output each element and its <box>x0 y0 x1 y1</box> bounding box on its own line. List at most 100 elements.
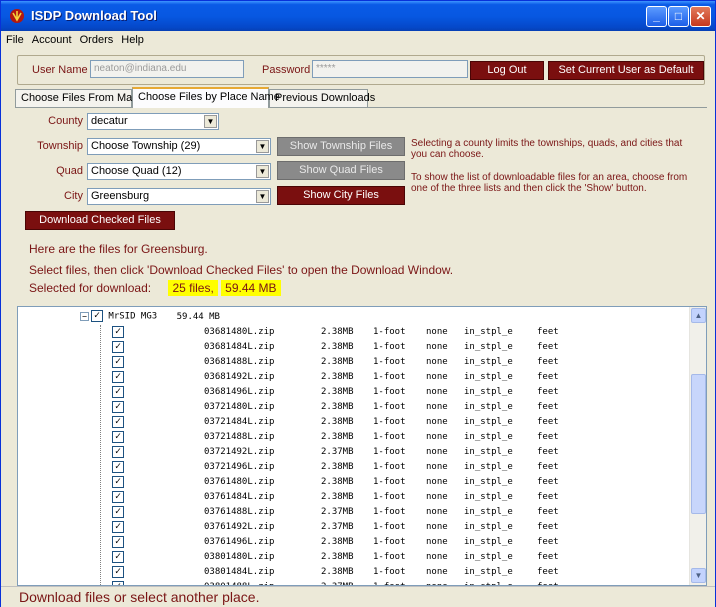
township-select[interactable]: Choose Township (29) ▼ <box>87 138 271 155</box>
file-checkbox[interactable]: ✓ <box>112 371 124 383</box>
file-checkbox[interactable]: ✓ <box>112 326 124 338</box>
close-button[interactable]: ✕ <box>690 6 711 27</box>
file-row[interactable]: ✓ 03721480L.zip 2.38MB 1-foot none in_stpl_e f… <box>18 400 688 415</box>
file-size: 2.38MB <box>321 567 354 577</box>
selected-total-size: 59.44 MB <box>221 280 281 296</box>
file-row[interactable]: ✓ 03681488L.zip 2.38MB 1-foot none in_stpl_e f… <box>18 355 688 370</box>
user-panel: User Name neaton@indiana.edu Password **… <box>17 55 705 85</box>
file-row[interactable]: ✓ 03721492L.zip 2.37MB 1-foot none in_stpl_e f… <box>18 445 688 460</box>
tree-root-node[interactable]: − ✓ MrSID MG3 59.44 MB <box>80 310 220 322</box>
file-checkbox[interactable]: ✓ <box>112 506 124 518</box>
file-units: feet <box>537 417 559 427</box>
file-row[interactable]: ✓ 03801484L.zip 2.38MB 1-foot none in_stpl_e f… <box>18 565 688 580</box>
root-label: MrSID MG3 <box>108 311 158 322</box>
file-checkbox[interactable]: ✓ <box>112 551 124 563</box>
show-quad-files-button[interactable]: Show Quad Files <box>277 161 405 180</box>
county-label: County <box>48 115 83 127</box>
logout-button[interactable]: Log Out <box>470 61 544 80</box>
county-select[interactable]: decatur ▼ <box>87 113 219 130</box>
file-name: 03681484L.zip <box>204 342 275 352</box>
tab-choose-from-map[interactable]: Choose Files From Map <box>15 89 138 107</box>
file-row[interactable]: ✓ 03681484L.zip 2.38MB 1-foot none in_stpl_e f… <box>18 340 688 355</box>
file-row[interactable]: ✓ 03681480L.zip 2.38MB 1-foot none in_stpl_e f… <box>18 325 688 340</box>
file-checkbox[interactable]: ✓ <box>112 431 124 443</box>
title-bar[interactable]: ISDP Download Tool _ □ ✕ <box>1 1 715 31</box>
file-compression: none <box>426 522 448 532</box>
county-select-value: decatur <box>91 115 128 127</box>
file-row[interactable]: ✓ 03761496L.zip 2.38MB 1-foot none in_stpl_e f… <box>18 535 688 550</box>
file-row[interactable]: ✓ 03761492L.zip 2.37MB 1-foot none in_stpl_e f… <box>18 520 688 535</box>
collapse-icon[interactable]: − <box>80 311 89 321</box>
file-size: 2.38MB <box>321 417 354 427</box>
file-name: 03721492L.zip <box>204 447 275 457</box>
download-checked-files-button[interactable]: Download Checked Files <box>25 211 175 230</box>
file-row[interactable]: ✓ 03761488L.zip 2.37MB 1-foot none in_stpl_e f… <box>18 505 688 520</box>
file-checkbox[interactable]: ✓ <box>112 416 124 428</box>
tab-choose-by-place-name[interactable]: Choose Files by Place Name <box>132 87 280 108</box>
file-name: 03761496L.zip <box>204 537 275 547</box>
file-units: feet <box>537 342 559 352</box>
minimize-button[interactable]: _ <box>646 6 667 27</box>
root-size: 59.44 MB <box>176 311 220 322</box>
quad-select[interactable]: Choose Quad (12) ▼ <box>87 163 271 180</box>
city-select[interactable]: Greensburg ▼ <box>87 188 271 205</box>
menu-help[interactable]: Help <box>116 31 144 46</box>
root-checkbox[interactable]: ✓ <box>91 310 103 322</box>
menu-file[interactable]: File <box>1 31 24 46</box>
file-checkbox[interactable]: ✓ <box>112 356 124 368</box>
file-compression: none <box>426 507 448 517</box>
file-resolution: 1-foot <box>373 447 406 457</box>
file-row[interactable]: ✓ 03801480L.zip 2.38MB 1-foot none in_stpl_e f… <box>18 550 688 565</box>
username-field[interactable]: neaton@indiana.edu <box>90 60 244 78</box>
file-checkbox[interactable]: ✓ <box>112 491 124 503</box>
menu-orders[interactable]: Orders <box>75 31 114 46</box>
file-row[interactable]: ✓ 03681496L.zip 2.38MB 1-foot none in_stpl_e f… <box>18 385 688 400</box>
file-size: 2.38MB <box>321 402 354 412</box>
maximize-button[interactable]: □ <box>668 6 689 27</box>
instructions-text: Select files, then click 'Download Check… <box>29 263 454 277</box>
file-row[interactable]: ✓ 03721496L.zip 2.38MB 1-foot none in_stpl_e f… <box>18 460 688 475</box>
file-projection: in_stpl_e <box>464 522 513 532</box>
show-township-files-button[interactable]: Show Township Files <box>277 137 405 156</box>
dropdown-arrow-icon: ▼ <box>204 115 217 128</box>
file-checkbox[interactable]: ✓ <box>112 341 124 353</box>
set-default-user-button[interactable]: Set Current User as Default <box>548 61 704 80</box>
password-field[interactable]: ***** <box>312 60 468 78</box>
file-name: 03801484L.zip <box>204 567 275 577</box>
file-resolution: 1-foot <box>373 567 406 577</box>
file-checkbox[interactable]: ✓ <box>112 386 124 398</box>
file-resolution: 1-foot <box>373 552 406 562</box>
file-projection: in_stpl_e <box>464 342 513 352</box>
file-projection: in_stpl_e <box>464 507 513 517</box>
file-row[interactable]: ✓ 03761484L.zip 2.38MB 1-foot none in_stpl_e f… <box>18 490 688 505</box>
menu-account[interactable]: Account <box>27 31 72 46</box>
file-checkbox[interactable]: ✓ <box>112 566 124 578</box>
file-name: 03721488L.zip <box>204 432 275 442</box>
file-name: 03681480L.zip <box>204 327 275 337</box>
file-name: 03761484L.zip <box>204 492 275 502</box>
vertical-scrollbar[interactable]: ▲ ▼ <box>689 307 706 585</box>
file-row[interactable]: ✓ 03761480L.zip 2.38MB 1-foot none in_stpl_e f… <box>18 475 688 490</box>
file-checkbox[interactable]: ✓ <box>112 536 124 548</box>
file-checkbox[interactable]: ✓ <box>112 401 124 413</box>
file-row[interactable]: ✓ 03721488L.zip 2.38MB 1-foot none in_stpl_e f… <box>18 430 688 445</box>
file-checkbox[interactable]: ✓ <box>112 446 124 458</box>
file-size: 2.37MB <box>321 522 354 532</box>
file-projection: in_stpl_e <box>464 432 513 442</box>
file-units: feet <box>537 492 559 502</box>
file-name: 03761492L.zip <box>204 522 275 532</box>
scroll-thumb[interactable] <box>691 374 706 514</box>
scroll-up-icon[interactable]: ▲ <box>691 308 706 323</box>
tab-previous-downloads[interactable]: Previous Downloads <box>269 89 375 107</box>
scroll-down-icon[interactable]: ▼ <box>691 568 706 583</box>
file-checkbox[interactable]: ✓ <box>112 476 124 488</box>
file-resolution: 1-foot <box>373 372 406 382</box>
file-checkbox[interactable]: ✓ <box>112 521 124 533</box>
file-row[interactable]: ✓ 03681492L.zip 2.38MB 1-foot none in_stpl_e f… <box>18 370 688 385</box>
file-size: 2.38MB <box>321 357 354 367</box>
file-checkbox[interactable]: ✓ <box>112 461 124 473</box>
file-units: feet <box>537 372 559 382</box>
file-row[interactable]: ✓ 03721484L.zip 2.38MB 1-foot none in_stpl_e f… <box>18 415 688 430</box>
show-city-files-button[interactable]: Show City Files <box>277 186 405 205</box>
file-tree[interactable]: − ✓ MrSID MG3 59.44 MB ✓ 03681480L.zip 2.38… <box>17 306 707 586</box>
